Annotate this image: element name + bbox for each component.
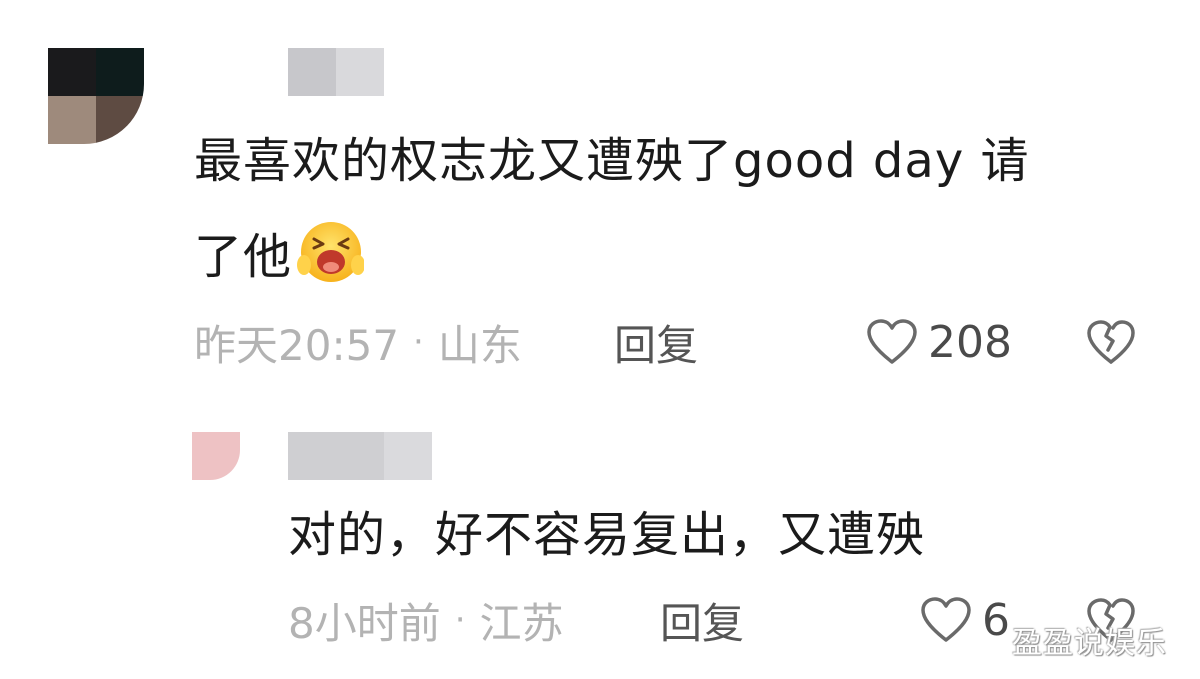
comment-location: 江苏	[479, 598, 564, 648]
comment-line: 了他	[194, 229, 293, 285]
comment-line-with-emoji: 了他	[194, 209, 1144, 305]
reply-comment-body: 对的，好不容易复出，又遭殃	[288, 507, 926, 563]
comment-time: 8小时前	[288, 598, 441, 648]
comment-meta: 昨天20:57 · 山东 回复	[194, 312, 698, 372]
like-count: 6	[982, 594, 1010, 646]
meta-separator: ·	[413, 322, 424, 362]
reply-button[interactable]: 回复	[660, 590, 744, 651]
avatar-pixel	[48, 96, 96, 144]
blur-block	[384, 432, 432, 480]
heart-outline-icon	[867, 319, 917, 364]
meta-separator: ·	[454, 600, 466, 640]
like-button[interactable]: 6	[920, 590, 1010, 650]
avatar-pixel	[48, 48, 96, 96]
reply-button[interactable]: 回复	[614, 312, 698, 373]
broken-heart-icon[interactable]	[1086, 317, 1136, 367]
avatar-pixel	[96, 96, 144, 144]
heart-outline-icon	[921, 597, 971, 642]
watermark: 盈盈说娱乐	[1012, 626, 1167, 661]
comment-body: 最喜欢的权志龙又遭殃了good day 请 了他	[194, 113, 1144, 305]
avatar-pixel	[96, 48, 144, 96]
blur-block	[288, 432, 384, 480]
commenter-username-blurred[interactable]	[288, 48, 384, 96]
reply-comment-meta: 8小时前 · 江苏 回复	[288, 590, 744, 650]
comment-location: 山东	[437, 320, 522, 370]
commenter-avatar[interactable]	[48, 48, 144, 144]
like-count: 208	[928, 316, 1012, 368]
reply-commenter-avatar[interactable]	[192, 432, 240, 480]
comment-time: 昨天20:57	[194, 320, 400, 370]
reply-commenter-username-blurred[interactable]	[288, 432, 432, 480]
like-button[interactable]: 208	[866, 312, 1012, 372]
blur-block	[336, 48, 384, 96]
crying-face-emoji-icon	[297, 222, 365, 282]
blur-block	[288, 48, 336, 96]
comment-line: 最喜欢的权志龙又遭殃了good day 请	[194, 133, 1030, 189]
